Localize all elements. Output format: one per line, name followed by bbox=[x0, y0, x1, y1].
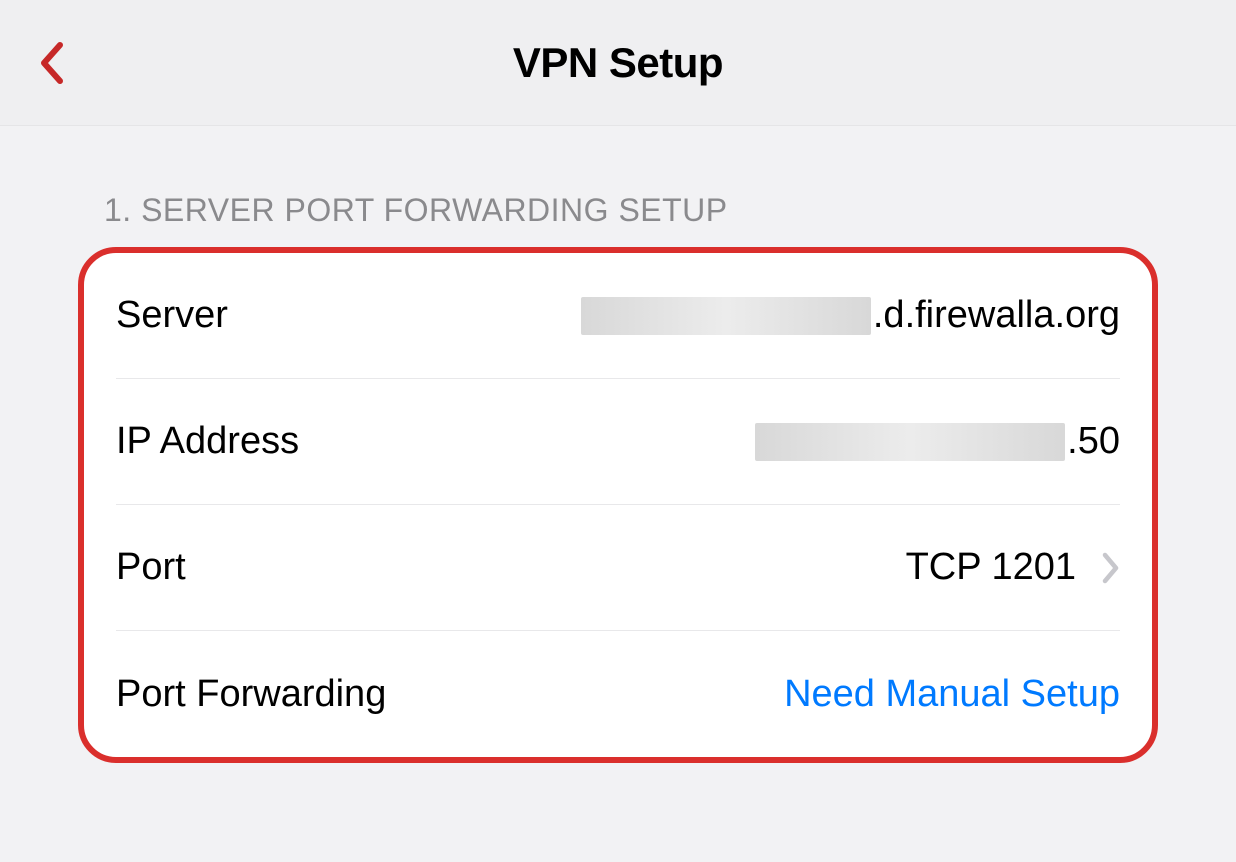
server-settings-card: Server .d.firewalla.org IP Address .50 P… bbox=[78, 247, 1158, 763]
port-row[interactable]: Port TCP 1201 bbox=[116, 505, 1120, 631]
server-value: .d.firewalla.org bbox=[581, 294, 1120, 337]
ip-address-row: IP Address .50 bbox=[116, 379, 1120, 505]
ip-value-suffix: .50 bbox=[1067, 420, 1120, 463]
redacted-content bbox=[581, 297, 871, 335]
ip-address-value: .50 bbox=[755, 420, 1120, 463]
port-forwarding-value[interactable]: Need Manual Setup bbox=[784, 673, 1120, 716]
page-title: VPN Setup bbox=[0, 39, 1236, 87]
redacted-content bbox=[755, 423, 1065, 461]
port-forwarding-label: Port Forwarding bbox=[116, 673, 386, 716]
chevron-left-icon bbox=[38, 41, 64, 85]
port-value-container: TCP 1201 bbox=[906, 546, 1120, 589]
section-header: 1. SERVER PORT FORWARDING SETUP bbox=[0, 126, 1236, 247]
content-area: 1. SERVER PORT FORWARDING SETUP Server .… bbox=[0, 126, 1236, 763]
server-value-suffix: .d.firewalla.org bbox=[873, 294, 1120, 337]
server-label: Server bbox=[116, 294, 228, 337]
port-label: Port bbox=[116, 546, 186, 589]
back-button[interactable] bbox=[28, 31, 74, 95]
server-row: Server .d.firewalla.org bbox=[116, 253, 1120, 379]
ip-address-label: IP Address bbox=[116, 420, 299, 463]
port-value: TCP 1201 bbox=[906, 546, 1076, 589]
port-forwarding-row[interactable]: Port Forwarding Need Manual Setup bbox=[116, 631, 1120, 757]
chevron-right-icon bbox=[1102, 552, 1120, 584]
nav-header: VPN Setup bbox=[0, 0, 1236, 126]
